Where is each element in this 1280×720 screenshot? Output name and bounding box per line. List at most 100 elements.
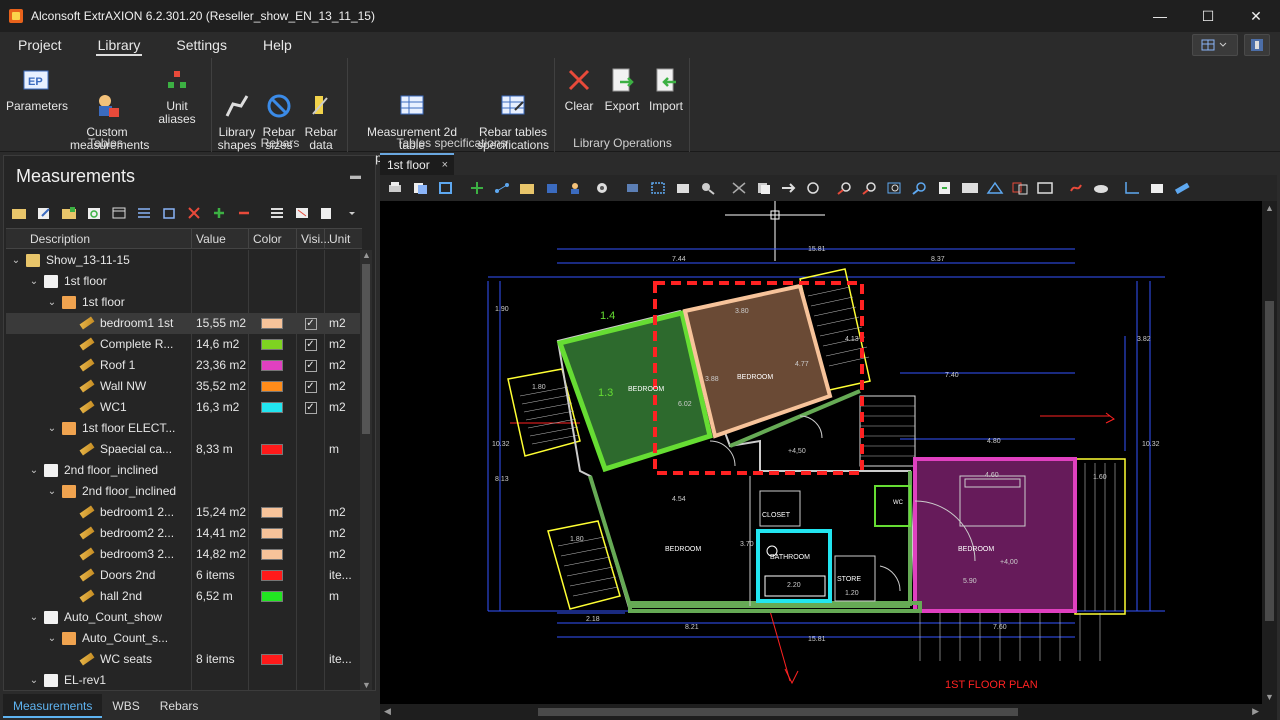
tree-group-row[interactable]: ⌄ EL-rev1: [6, 670, 362, 690]
expand-chevron-icon[interactable]: ⌄: [28, 607, 40, 628]
row-visibility[interactable]: [297, 607, 325, 628]
tree-group-row[interactable]: ⌄ 1st floor: [6, 271, 362, 292]
expand-chevron-icon[interactable]: ⌄: [10, 250, 22, 271]
row-color[interactable]: [249, 292, 297, 313]
clear-button[interactable]: Clear: [560, 66, 598, 113]
visibility-checkbox[interactable]: ✓: [304, 317, 317, 330]
menu-help[interactable]: Help: [245, 32, 310, 58]
row-visibility[interactable]: [297, 439, 325, 460]
color-swatch[interactable]: [261, 402, 283, 413]
row-visibility[interactable]: ✓: [297, 334, 325, 355]
row-visibility[interactable]: [297, 544, 325, 565]
export-list-icon[interactable]: [316, 203, 338, 223]
tree-group-row[interactable]: ⌄ Show_13-11-15: [6, 250, 362, 271]
spreadsheet-icon[interactable]: [291, 203, 313, 223]
row-color[interactable]: [249, 271, 297, 292]
select-rect-icon[interactable]: [646, 177, 670, 199]
screen-icon[interactable]: [1033, 177, 1057, 199]
row-visibility[interactable]: [297, 292, 325, 313]
tab-rebars[interactable]: Rebars: [150, 694, 209, 718]
column-description[interactable]: Description: [6, 229, 192, 249]
column-value[interactable]: Value: [192, 229, 249, 249]
remove-icon[interactable]: [233, 203, 255, 223]
link-icon[interactable]: [1064, 177, 1088, 199]
row-color[interactable]: [249, 313, 297, 334]
tab-wbs[interactable]: WBS: [102, 694, 149, 718]
copy-icon[interactable]: [752, 177, 776, 199]
row-visibility[interactable]: ✓: [297, 397, 325, 418]
color-swatch[interactable]: [261, 549, 283, 560]
measurement-row[interactable]: Complete R... 14,6 m2 ✓ m2: [6, 334, 362, 355]
measurement-row[interactable]: Wall NW 35,52 m2 ✓ m2: [6, 376, 362, 397]
row-color[interactable]: [249, 334, 297, 355]
tree-group-row[interactable]: ⌄ 2nd floor_inclined: [6, 460, 362, 481]
tab-1st-floor[interactable]: 1st floor ×: [380, 153, 454, 175]
row-visibility[interactable]: [297, 670, 325, 690]
expand-chevron-icon[interactable]: ⌄: [46, 481, 58, 502]
measurement-row[interactable]: WC1 16,3 m2 ✓ m2: [6, 397, 362, 418]
color-swatch[interactable]: [261, 591, 283, 602]
zoom-tool-icon[interactable]: [696, 177, 720, 199]
layout-switch-button[interactable]: [1192, 34, 1238, 56]
measurement-table-spec-button[interactable]: Measurement 2d table specifications ⌄: [353, 66, 471, 165]
row-visibility[interactable]: [297, 586, 325, 607]
expand-chevron-icon[interactable]: ⌄: [28, 460, 40, 481]
snap-icon[interactable]: [465, 177, 489, 199]
color-swatch[interactable]: [261, 654, 283, 665]
unit-aliases-button[interactable]: Unit aliases: [146, 66, 208, 126]
refresh-icon[interactable]: [83, 203, 105, 223]
menu-project[interactable]: Project: [0, 32, 80, 58]
cloud-icon[interactable]: [1089, 177, 1113, 199]
row-visibility[interactable]: ✓: [297, 313, 325, 334]
visibility-checkbox[interactable]: ✓: [304, 359, 317, 372]
close-tab-icon[interactable]: ×: [442, 155, 448, 175]
expand-chevron-icon[interactable]: ⌄: [46, 628, 58, 649]
row-visibility[interactable]: [297, 649, 325, 670]
row-color[interactable]: [249, 565, 297, 586]
row-color[interactable]: [249, 502, 297, 523]
color-swatch[interactable]: [261, 381, 283, 392]
pages-icon[interactable]: [409, 177, 433, 199]
measurement-row[interactable]: bedroom2 2... 14,41 m2 m2: [6, 523, 362, 544]
delete-icon[interactable]: [183, 203, 205, 223]
visibility-checkbox[interactable]: ✓: [304, 380, 317, 393]
expand-chevron-icon[interactable]: ⌄: [28, 271, 40, 292]
select-icon[interactable]: [621, 177, 645, 199]
row-visibility[interactable]: [297, 271, 325, 292]
minimize-button[interactable]: —: [1136, 0, 1184, 32]
document-icon[interactable]: [1145, 177, 1169, 199]
tab-measurements[interactable]: Measurements: [3, 694, 103, 718]
canvas-vscroll-thumb[interactable]: [1265, 301, 1274, 621]
visibility-checkbox[interactable]: ✓: [304, 338, 317, 351]
arrow-right-icon[interactable]: [777, 177, 801, 199]
tree-group-row[interactable]: ⌄ 1st floor: [6, 292, 362, 313]
canvas-horizontal-scrollbar[interactable]: ◀ ▶: [380, 704, 1277, 720]
folder-add-icon[interactable]: [58, 203, 80, 223]
menu-settings[interactable]: Settings: [158, 32, 245, 58]
maximize-button[interactable]: ☐: [1184, 0, 1232, 32]
measure-icon[interactable]: [983, 177, 1007, 199]
user-group-icon[interactable]: [565, 177, 589, 199]
drawing-canvas[interactable]: BEDROOM BEDROOM BEDROOM BEDROOM BATHROOM…: [380, 201, 1262, 704]
row-visibility[interactable]: [297, 250, 325, 271]
ruler-tool-icon[interactable]: [1170, 177, 1194, 199]
color-swatch[interactable]: [261, 318, 283, 329]
zoom-out-icon[interactable]: [858, 177, 882, 199]
tree-group-row[interactable]: ⌄ Auto_Count_s...: [6, 628, 362, 649]
measurement-row[interactable]: Spaecial ca... 8,33 m m: [6, 439, 362, 460]
folder-icon[interactable]: [515, 177, 539, 199]
table-icon[interactable]: [266, 203, 288, 223]
cube-icon[interactable]: [540, 177, 564, 199]
measurement-row[interactable]: bedroom3 2... 14,82 m2 m2: [6, 544, 362, 565]
layers-icon[interactable]: [434, 177, 458, 199]
row-visibility[interactable]: [297, 481, 325, 502]
zoom-in-icon[interactable]: [833, 177, 857, 199]
color-swatch[interactable]: [261, 507, 283, 518]
menu-library[interactable]: Library: [80, 32, 159, 58]
row-color[interactable]: [249, 607, 297, 628]
row-visibility[interactable]: [297, 628, 325, 649]
row-color[interactable]: [249, 397, 297, 418]
row-visibility[interactable]: [297, 523, 325, 544]
row-color[interactable]: [249, 586, 297, 607]
copy-window-icon[interactable]: [158, 203, 180, 223]
